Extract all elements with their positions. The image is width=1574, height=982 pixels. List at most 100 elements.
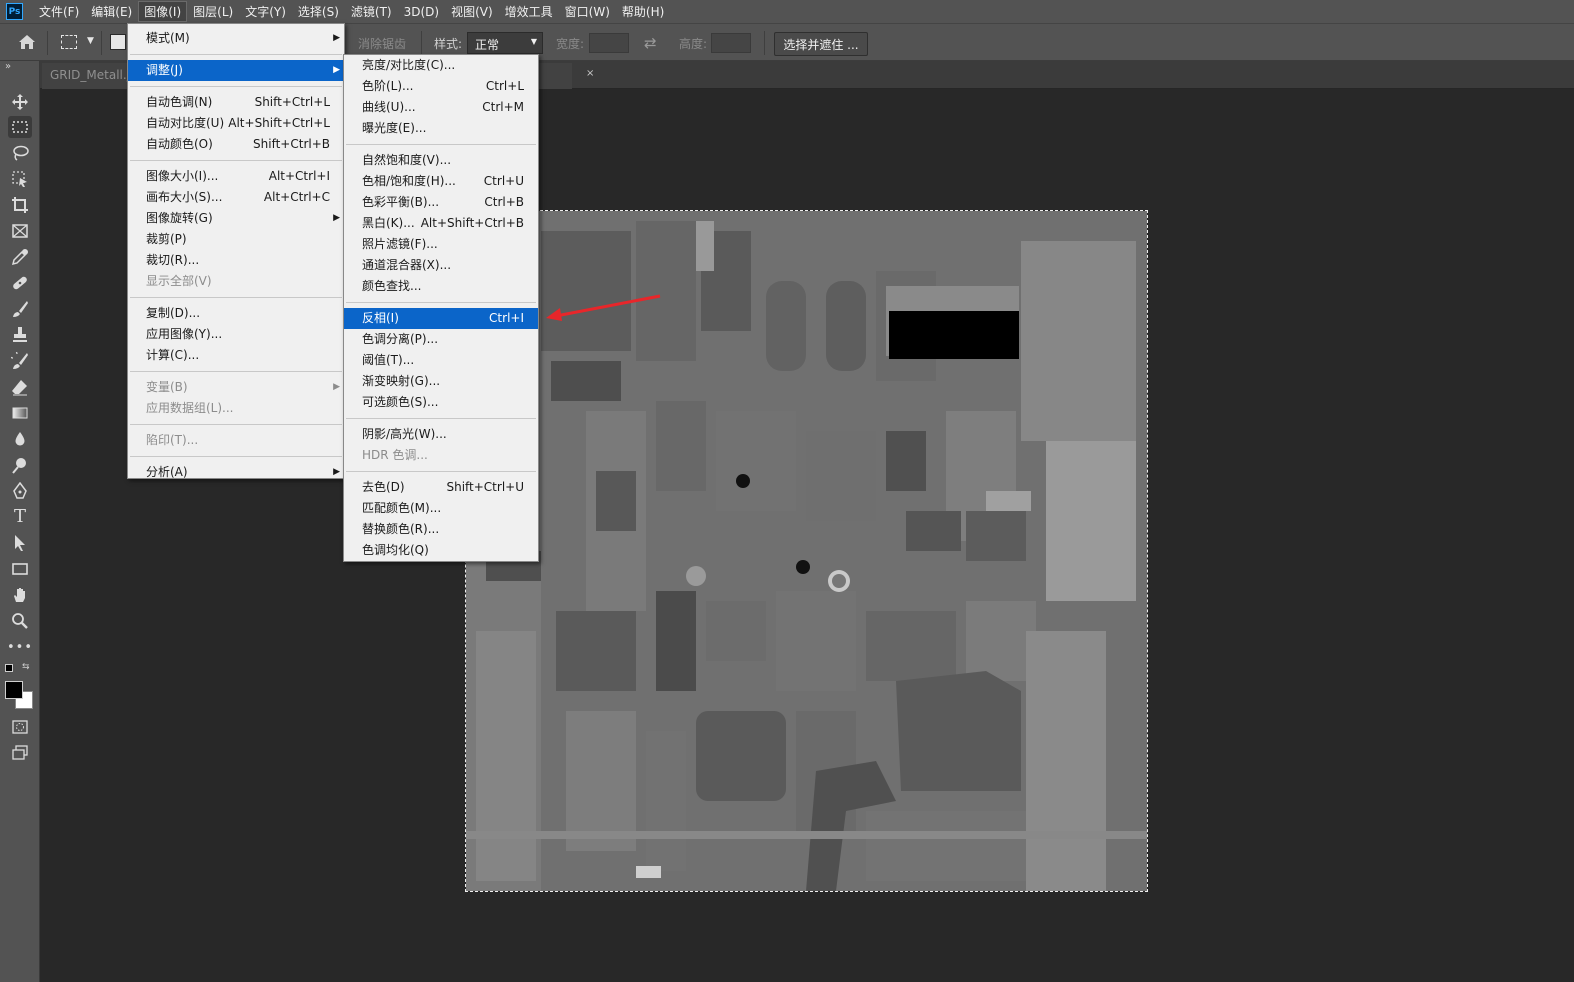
crop-tool-icon[interactable] — [8, 194, 32, 216]
menu-item-shortcut: Alt+Ctrl+C — [263, 190, 330, 204]
foreground-color-swatch[interactable] — [5, 681, 23, 699]
zoom-tool-icon[interactable] — [8, 610, 32, 632]
menu-item-brightness-contrast[interactable]: 亮度/对比度(C)... — [344, 55, 538, 76]
chevron-down-icon[interactable]: ▼ — [87, 36, 94, 46]
menu-item-label: 色阶(L)... — [362, 79, 414, 93]
new-selection-button[interactable] — [110, 34, 126, 50]
annotation-arrow-icon — [546, 294, 661, 321]
menu-item-shortcut: Ctrl+U — [483, 174, 524, 188]
lasso-tool-icon[interactable] — [8, 142, 32, 164]
menu-item-shadows-highlights[interactable]: 阴影/高光(W)... — [344, 424, 538, 445]
home-icon[interactable] — [18, 34, 36, 50]
style-select[interactable]: 正常 ▼ — [467, 32, 543, 54]
menu-select[interactable]: 选择(S) — [292, 1, 345, 22]
clone-stamp-tool-icon[interactable] — [8, 324, 32, 346]
menu-item-label: 阴影/高光(W)... — [362, 427, 447, 441]
height-input[interactable] — [711, 33, 751, 53]
menu-item-posterize[interactable]: 色调分离(P)... — [344, 329, 538, 350]
menu-item-duplicate[interactable]: 复制(D)... — [128, 303, 344, 324]
menu-item-label: 色调分离(P)... — [362, 332, 439, 346]
menu-item-analysis[interactable]: 分析(A) ▶ — [128, 462, 344, 483]
more-tools-icon[interactable]: ••• — [7, 636, 32, 658]
menu-item-threshold[interactable]: 阈值(T)... — [344, 350, 538, 371]
menu-item-apply-data-set: 应用数据组(L)... — [128, 398, 344, 419]
menu-item-calculations[interactable]: 计算(C)... — [128, 345, 344, 366]
type-tool-icon[interactable]: T — [8, 506, 32, 528]
menu-filter[interactable]: 滤镜(T) — [345, 1, 398, 22]
height-label: 高度: — [679, 37, 708, 51]
menu-type[interactable]: 文字(Y) — [239, 1, 292, 22]
menu-item-hue-saturation[interactable]: 色相/饱和度(H)... Ctrl+U — [344, 171, 538, 192]
width-input[interactable] — [589, 33, 629, 53]
menu-item-crop[interactable]: 裁剪(P) — [128, 229, 344, 250]
menu-item-replace-color[interactable]: 替换颜色(R)... — [344, 519, 538, 540]
menu-item-desaturate[interactable]: 去色(D) Shift+Ctrl+U — [344, 477, 538, 498]
menu-item-canvas-size[interactable]: 画布大小(S)... Alt+Ctrl+C — [128, 187, 344, 208]
select-and-mask-button[interactable]: 选择并遮住 ... — [774, 32, 868, 56]
healing-brush-tool-icon[interactable] — [8, 272, 32, 294]
menu-item-exposure[interactable]: 曝光度(E)... — [344, 118, 538, 139]
rectangle-tool-icon[interactable] — [8, 558, 32, 580]
menu-item-equalize[interactable]: 色调均化(Q) — [344, 540, 538, 561]
menu-item-shortcut: Ctrl+L — [485, 79, 524, 93]
menu-item-gradient-map[interactable]: 渐变映射(G)... — [344, 371, 538, 392]
dodge-tool-icon[interactable] — [8, 454, 32, 476]
brush-tool-icon[interactable] — [8, 298, 32, 320]
menu-item-channel-mixer[interactable]: 通道混合器(X)... — [344, 255, 538, 276]
menu-help[interactable]: 帮助(H) — [616, 1, 670, 22]
menu-item-match-color[interactable]: 匹配颜色(M)... — [344, 498, 538, 519]
rectangular-marquee-tool-icon[interactable] — [8, 116, 32, 138]
menu-view[interactable]: 视图(V) — [445, 1, 499, 22]
menu-edit[interactable]: 编辑(E) — [85, 1, 138, 22]
image-menu-dropdown: 模式(M) ▶ 调整(J) ▶ 自动色调(N) Shift+Ctrl+L 自动对比度(… — [127, 23, 345, 479]
hand-tool-icon[interactable] — [8, 584, 32, 606]
screen-mode-icon[interactable] — [8, 742, 32, 764]
menu-item-adjustments[interactable]: 调整(J) ▶ — [128, 60, 344, 81]
gradient-tool-icon[interactable] — [8, 402, 32, 424]
menu-item-label: 模式(M) — [146, 31, 190, 45]
menu-item-label: 曲线(U)... — [362, 100, 416, 114]
eyedropper-tool-icon[interactable] — [8, 246, 32, 268]
antialias-checkbox-label[interactable]: 消除锯齿 — [358, 35, 406, 52]
menu-item-mode[interactable]: 模式(M) ▶ — [128, 28, 344, 49]
menu-item-label: 自动色调(N) — [146, 95, 213, 109]
menu-file[interactable]: 文件(F) — [33, 1, 85, 22]
menu-item-color-lookup[interactable]: 颜色查找... — [344, 276, 538, 297]
menu-item-trim[interactable]: 裁切(R)... — [128, 250, 344, 271]
menu-image[interactable]: 图像(I) — [138, 1, 188, 22]
menu-item-apply-image[interactable]: 应用图像(Y)... — [128, 324, 344, 345]
swap-width-height-icon[interactable]: ⇄ — [644, 34, 657, 52]
blur-tool-icon[interactable] — [8, 428, 32, 450]
pen-tool-icon[interactable] — [8, 480, 32, 502]
menu-window[interactable]: 窗口(W) — [559, 1, 616, 22]
default-colors-icon[interactable] — [5, 664, 13, 672]
menu-item-black-white[interactable]: 黑白(K)... Alt+Shift+Ctrl+B — [344, 213, 538, 234]
move-tool-icon[interactable] — [8, 91, 32, 113]
menu-separator — [346, 471, 536, 472]
path-selection-tool-icon[interactable] — [8, 532, 32, 554]
menu-item-selective-color[interactable]: 可选颜色(S)... — [344, 392, 538, 413]
menu-item-auto-color[interactable]: 自动颜色(O) Shift+Ctrl+B — [128, 134, 344, 155]
menu-item-image-rotation[interactable]: 图像旋转(G) ▶ — [128, 208, 344, 229]
menu-item-auto-contrast[interactable]: 自动对比度(U) Alt+Shift+Ctrl+L — [128, 113, 344, 134]
menu-item-invert[interactable]: 反相(I) Ctrl+I — [344, 308, 538, 329]
collapse-panel-icon[interactable]: » — [5, 61, 11, 72]
menu-item-curves[interactable]: 曲线(U)... Ctrl+M — [344, 97, 538, 118]
close-tab-icon[interactable]: × — [586, 68, 594, 79]
menu-layer[interactable]: 图层(L) — [187, 1, 239, 22]
menu-item-levels[interactable]: 色阶(L)... Ctrl+L — [344, 76, 538, 97]
menu-item-image-size[interactable]: 图像大小(I)... Alt+Ctrl+I — [128, 166, 344, 187]
menu-plugins[interactable]: 增效工具 — [499, 1, 559, 22]
marquee-preset-icon[interactable] — [61, 35, 77, 49]
menu-item-photo-filter[interactable]: 照片滤镜(F)... — [344, 234, 538, 255]
menu-item-vibrance[interactable]: 自然饱和度(V)... — [344, 150, 538, 171]
menu-3d[interactable]: 3D(D) — [398, 3, 445, 21]
quick-mask-icon[interactable] — [8, 716, 32, 738]
object-selection-tool-icon[interactable] — [8, 168, 32, 190]
menu-item-color-balance[interactable]: 色彩平衡(B)... Ctrl+B — [344, 192, 538, 213]
history-brush-tool-icon[interactable] — [8, 350, 32, 372]
eraser-tool-icon[interactable] — [8, 376, 32, 398]
frame-tool-icon[interactable] — [8, 220, 32, 242]
swap-colors-icon[interactable]: ⇆ — [22, 662, 30, 672]
menu-item-auto-tone[interactable]: 自动色调(N) Shift+Ctrl+L — [128, 92, 344, 113]
